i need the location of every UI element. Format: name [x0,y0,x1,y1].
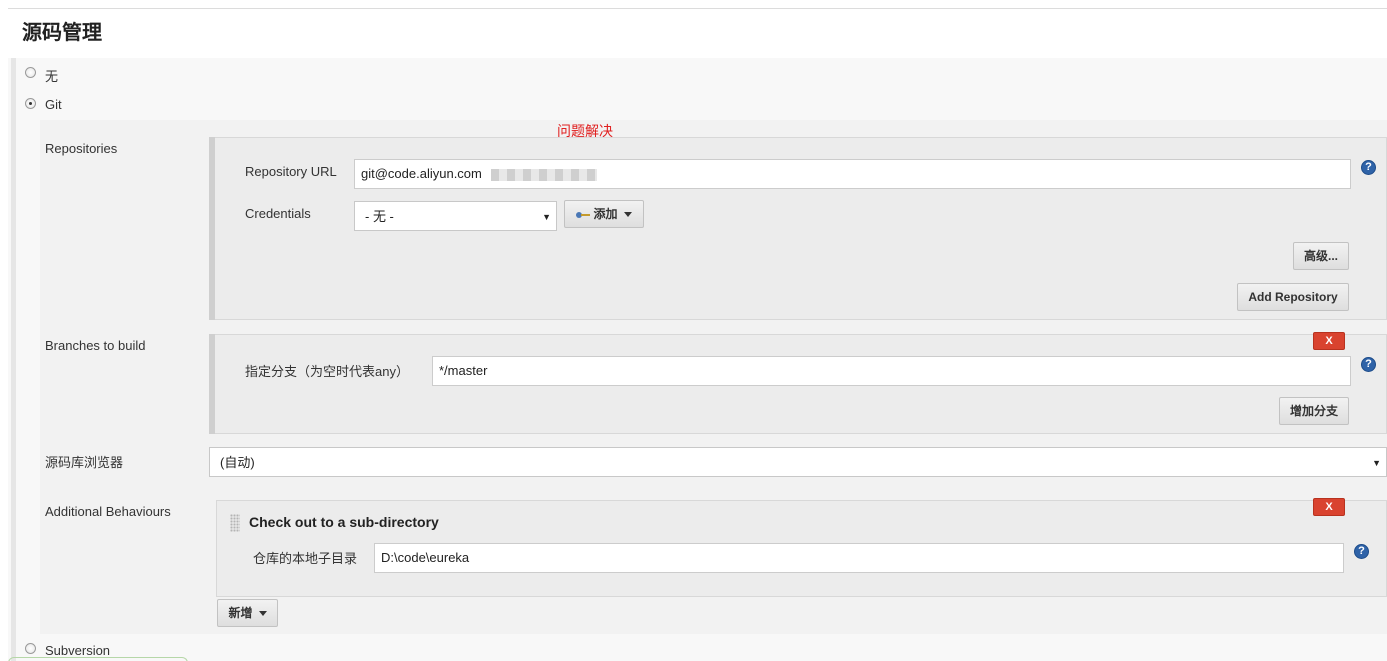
behaviour-title: Check out to a sub-directory [249,514,439,530]
caret-down-icon [258,611,267,617]
branch-specifier-value: */master [439,363,488,378]
question-circle-icon[interactable]: ? [1354,544,1369,559]
add-behaviour-button[interactable]: 新增 [217,599,278,627]
additional-behaviours-label: Additional Behaviours [45,504,171,519]
redacted-url-part [491,169,597,181]
question-circle-icon[interactable]: ? [1361,160,1376,175]
subdirectory-label: 仓库的本地子目录 [253,551,358,566]
branches-label: Branches to build [45,338,146,353]
bottom-tab-edge [8,657,188,661]
key-icon [576,211,591,219]
scm-subversion-radio[interactable] [25,643,36,654]
repositories-label: Repositories [45,141,118,156]
subdirectory-input[interactable]: D:\code\eureka [374,543,1344,573]
delete-branch-button[interactable]: X [1313,332,1345,350]
add-credentials-label: 添加 [593,207,618,221]
options-left-bar [11,58,16,661]
repository-browser-selected: (自动) [220,455,255,470]
repository-browser-label: 源码库浏览器 [45,455,124,470]
drag-handle-icon[interactable] [230,514,240,532]
caret-down-icon: ▼ [542,212,551,222]
repository-url-label: Repository URL [245,164,337,179]
panel-stripe [209,334,215,434]
caret-down-icon [623,212,632,218]
branch-specifier-label: 指定分支（为空时代表any） [245,364,409,379]
subdirectory-value: D:\code\eureka [381,550,470,565]
question-circle-icon[interactable]: ? [1361,357,1376,372]
add-credentials-button[interactable]: 添加 [564,200,644,228]
repository-url-value: git@code.aliyun.com [361,166,482,181]
add-branch-button[interactable]: 增加分支 [1279,397,1349,425]
scm-git-label: Git [45,97,62,112]
top-divider [8,8,1387,9]
add-repository-button[interactable]: Add Repository [1237,283,1349,311]
section-title: 源码管理 [22,22,102,44]
branch-specifier-input[interactable]: */master [432,356,1351,386]
panel-stripe [209,137,215,320]
add-behaviour-label: 新增 [228,606,253,620]
credentials-select[interactable]: - 无 - ▼ [354,201,557,231]
repository-browser-select[interactable]: (自动) ▼ [209,447,1387,477]
advanced-button[interactable]: 高级... [1293,242,1349,270]
scm-none-label: 无 [45,69,59,84]
credentials-label: Credentials [245,206,311,221]
credentials-selected: - 无 - [365,209,394,224]
scm-subversion-label: Subversion [45,643,111,658]
caret-down-icon: ▼ [1372,458,1381,468]
scm-git-radio[interactable] [25,98,36,109]
scm-none-radio[interactable] [25,67,36,78]
delete-behaviour-button[interactable]: X [1313,498,1345,516]
